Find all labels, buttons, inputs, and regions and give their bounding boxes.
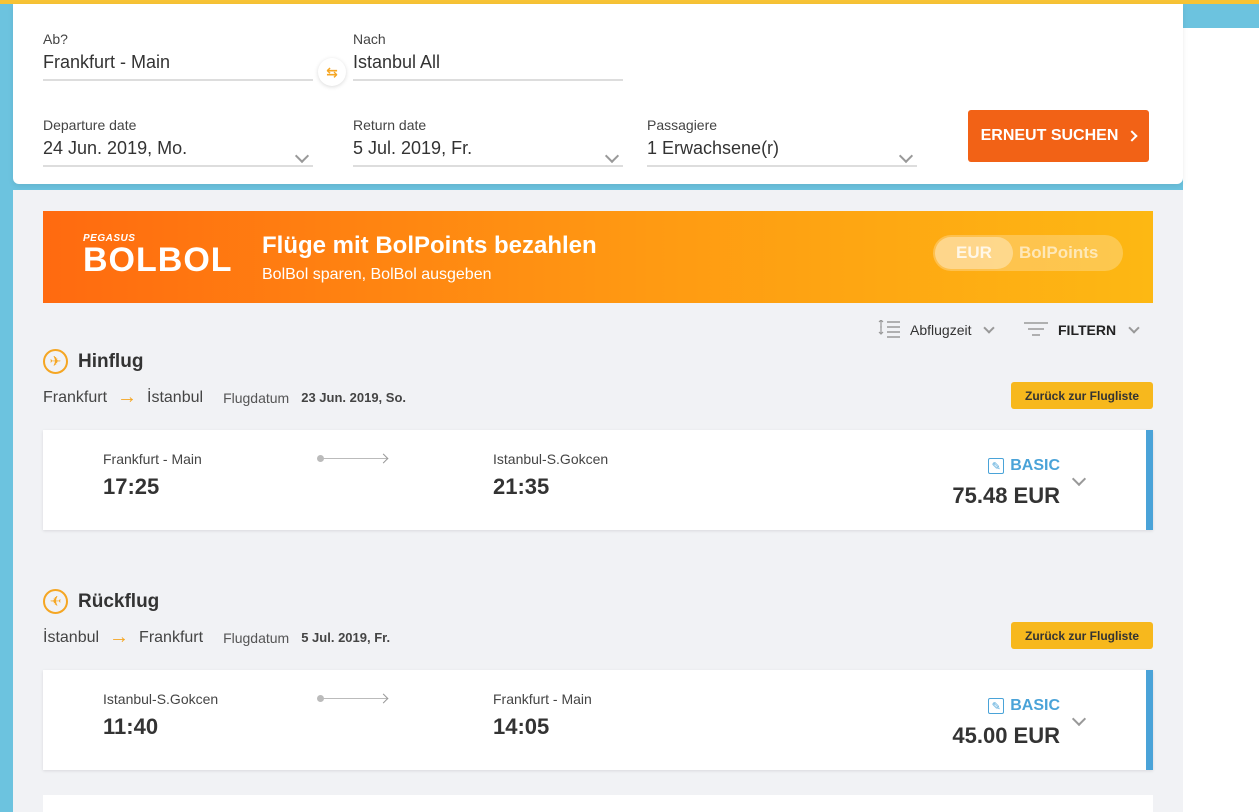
to-input[interactable]: Istanbul All bbox=[353, 52, 623, 81]
plane-icon: ✈ bbox=[43, 589, 68, 614]
fare-class[interactable]: ✎ BASIC bbox=[988, 697, 1060, 715]
sort-list-icon bbox=[878, 320, 900, 338]
flight-date-label: Flugdatum bbox=[223, 389, 290, 406]
departure-date-select[interactable]: 24 Jun. 2019, Mo. bbox=[43, 138, 313, 167]
search-again-label: ERNEUT SUCHEN bbox=[980, 127, 1119, 144]
filter-dropdown[interactable]: FILTERN bbox=[1024, 319, 1140, 341]
back-to-flight-list-button[interactable]: Zurück zur Flugliste bbox=[1011, 382, 1153, 409]
filter-icon bbox=[1024, 322, 1048, 336]
bolbol-logo: BOLBOL bbox=[83, 241, 233, 279]
search-again-button[interactable]: ERNEUT SUCHEN bbox=[968, 110, 1149, 162]
route-from: Frankfurt bbox=[43, 388, 108, 406]
departure-date-label: Departure date bbox=[43, 117, 137, 133]
filter-label: FILTERN bbox=[1058, 322, 1117, 338]
departure-airport: Frankfurt - Main bbox=[103, 451, 202, 467]
inbound-title: Rückflug bbox=[78, 590, 160, 612]
chevron-down-icon bbox=[983, 322, 996, 334]
bolbol-banner: PEGASUS BOLBOL Flüge mit BolPoints bezah… bbox=[43, 211, 1153, 303]
currency-toggle[interactable]: EUR BolPoints bbox=[933, 235, 1123, 271]
flight-date-value: 5 Jul. 2019, Fr. bbox=[301, 630, 391, 645]
route-from: İstanbul bbox=[43, 628, 100, 646]
banner-subtitle: BolBol sparen, BolBol ausgeben bbox=[262, 266, 492, 283]
toggle-option-bolpoints[interactable]: BolPoints bbox=[1019, 243, 1098, 263]
chevron-down-icon[interactable] bbox=[1071, 711, 1087, 727]
departure-airport: Istanbul-S.Gokcen bbox=[103, 691, 219, 707]
passengers-field[interactable]: Passagiere 1 Erwachsene(r) bbox=[647, 117, 917, 167]
flight-path-arrow bbox=[317, 695, 387, 702]
to-field[interactable]: Nach Istanbul All bbox=[353, 31, 623, 81]
fare-class-label: BASIC bbox=[1010, 457, 1060, 474]
back-to-flight-list-button[interactable]: Zurück zur Flugliste bbox=[1011, 622, 1153, 649]
from-label: Ab? bbox=[43, 31, 68, 47]
flight-price: 45.00 EUR bbox=[952, 723, 1060, 748]
sort-dropdown[interactable]: Abflugzeit bbox=[876, 319, 996, 341]
route-to: Frankfurt bbox=[139, 628, 204, 646]
inbound-route: İstanbul → Frankfurt Flugdatum 5 Jul. 20… bbox=[43, 626, 390, 649]
route-to: İstanbul bbox=[147, 388, 204, 406]
edit-icon: ✎ bbox=[988, 458, 1005, 474]
outbound-route: Frankfurt → İstanbul Flugdatum 23 Jun. 2… bbox=[43, 386, 406, 409]
sort-label: Abflugzeit bbox=[910, 322, 972, 338]
arrival-time: 14:05 bbox=[493, 714, 550, 739]
arrival-airport: Istanbul-S.Gokcen bbox=[493, 451, 609, 467]
fare-class-label: BASIC bbox=[1010, 697, 1060, 714]
chevron-down-icon bbox=[1128, 322, 1140, 334]
departure-time: 17:25 bbox=[103, 474, 160, 499]
outbound-title: Hinflug bbox=[78, 350, 144, 372]
from-field[interactable]: Ab? Frankfurt - Main bbox=[43, 31, 313, 81]
from-input[interactable]: Frankfurt - Main bbox=[43, 52, 313, 81]
flight-date-label: Flugdatum bbox=[223, 629, 290, 646]
arrow-right-icon: → bbox=[109, 626, 130, 648]
chevron-right-icon bbox=[1126, 130, 1139, 142]
arrival-airport: Frankfurt - Main bbox=[493, 691, 592, 707]
inbound-header: ✈ Rückflug bbox=[43, 589, 159, 614]
passengers-label: Passagiere bbox=[647, 117, 718, 133]
plane-icon: ✈ bbox=[43, 349, 68, 374]
page-background-blue bbox=[1183, 4, 1259, 28]
flight-card-inbound[interactable]: Istanbul-S.Gokcen 11:40 Frankfurt - Main… bbox=[43, 670, 1153, 770]
to-label: Nach bbox=[353, 31, 386, 47]
edit-icon: ✎ bbox=[988, 698, 1005, 714]
arrival-time: 21:35 bbox=[493, 474, 550, 499]
toggle-option-eur[interactable]: EUR bbox=[935, 237, 1013, 269]
flight-price: 75.48 EUR bbox=[952, 483, 1060, 508]
fare-class[interactable]: ✎ BASIC bbox=[988, 457, 1060, 475]
arrow-right-icon: → bbox=[117, 386, 138, 408]
departure-time: 11:40 bbox=[103, 714, 159, 739]
flight-date-value: 23 Jun. 2019, So. bbox=[301, 390, 406, 405]
passengers-select[interactable]: 1 Erwachsene(r) bbox=[647, 138, 917, 167]
outbound-header: ✈ Hinflug bbox=[43, 349, 143, 374]
next-card-partial bbox=[43, 795, 1153, 812]
flight-path-arrow bbox=[317, 455, 387, 462]
flight-card-outbound[interactable]: Frankfurt - Main 17:25 Istanbul-S.Gokcen… bbox=[43, 430, 1153, 530]
search-panel: Ab? Frankfurt - Main ⇆ Nach Istanbul All… bbox=[13, 4, 1183, 184]
departure-date-field[interactable]: Departure date 24 Jun. 2019, Mo. bbox=[43, 117, 313, 167]
page-background-white bbox=[1183, 28, 1259, 812]
return-date-label: Return date bbox=[353, 117, 427, 133]
return-date-select[interactable]: 5 Jul. 2019, Fr. bbox=[353, 138, 623, 167]
return-date-field[interactable]: Return date 5 Jul. 2019, Fr. bbox=[353, 117, 623, 167]
chevron-down-icon[interactable] bbox=[1071, 471, 1087, 487]
banner-title: Flüge mit BolPoints bezahlen bbox=[262, 232, 597, 259]
swap-arrows-icon[interactable]: ⇆ bbox=[318, 58, 346, 86]
